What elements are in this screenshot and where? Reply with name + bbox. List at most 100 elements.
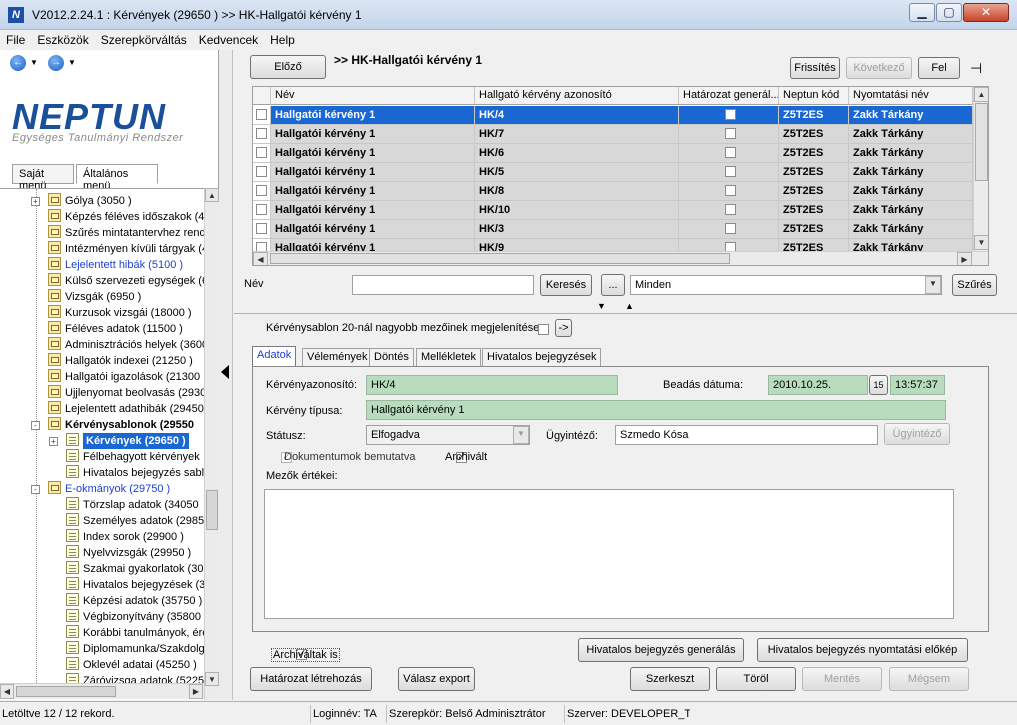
grid-header-neptun-code[interactable]: Neptun kód <box>779 87 849 105</box>
create-decision-button[interactable]: Határozat létrehozás <box>250 667 372 691</box>
splitter-down-icon[interactable]: ▼ <box>597 301 606 311</box>
back-dropdown-icon[interactable]: ▼ <box>30 58 38 67</box>
tree-item[interactable]: Intézményen kívüli tárgyak (4 <box>48 241 206 257</box>
menu-favorites[interactable]: Kedvencek <box>193 30 264 47</box>
tree-expander-icon[interactable]: - <box>31 485 40 494</box>
menu-help[interactable]: Help <box>264 30 301 47</box>
status-dropdown-icon[interactable]: ▼ <box>513 426 529 444</box>
tree-item[interactable]: Félbehagyott kérvények <box>66 449 200 465</box>
tree-item[interactable]: Szakmai gyakorlatok (30 <box>66 561 203 577</box>
row-checkbox[interactable] <box>256 223 267 234</box>
tree-item[interactable]: Végbizonyítvány (35800 <box>66 609 201 625</box>
row-checkbox[interactable] <box>256 128 267 139</box>
request-id-field[interactable]: HK/4 <box>366 375 618 395</box>
grid-scroll-right-icon[interactable]: ▶ <box>957 252 972 265</box>
decision-checkbox[interactable] <box>725 109 736 120</box>
delete-button[interactable]: Töröl <box>716 667 796 691</box>
row-checkbox[interactable] <box>256 204 267 215</box>
forward-arrow-icon[interactable]: → <box>48 55 64 71</box>
grid-header-name[interactable]: Név <box>271 87 475 105</box>
tree-expander-icon[interactable]: + <box>31 197 40 206</box>
table-row[interactable]: Hallgatói kérvény 1 HK/10 Z5T2ES Zakk Tárká… <box>253 201 973 220</box>
template-fields-checkbox[interactable] <box>538 324 549 335</box>
tree-item[interactable]: Képzési adatok (35750 ) <box>66 593 202 609</box>
forward-dropdown-icon[interactable]: ▼ <box>68 58 76 67</box>
agent-button[interactable]: Ügyintéző <box>884 423 950 445</box>
next-button[interactable]: Következő <box>846 57 912 79</box>
tree-item[interactable]: Hallgatói igazolások (21300 <box>48 369 200 385</box>
decision-checkbox[interactable] <box>725 147 736 158</box>
tree-item[interactable]: Diplomamunka/Szakdolg <box>66 641 205 657</box>
row-checkbox[interactable] <box>256 109 267 120</box>
tab-opinions[interactable]: Vélemények <box>302 348 373 367</box>
tab-decision[interactable]: Döntés <box>369 348 414 367</box>
grid-horizontal-scrollbar[interactable]: ◀ ▶ <box>253 251 988 265</box>
panel-collapse-strip[interactable] <box>219 50 233 700</box>
tree-item[interactable]: Gólya (3050 ) <box>48 193 132 209</box>
tree-item[interactable]: Adminisztrációs helyek (3600 <box>48 337 206 353</box>
grid-header-decision[interactable]: Határozat generál... <box>679 87 779 105</box>
grid-scroll-thumb[interactable] <box>975 103 988 181</box>
decision-checkbox[interactable] <box>725 204 736 215</box>
scroll-up-icon[interactable]: ▲ <box>205 188 219 202</box>
decision-checkbox[interactable] <box>725 185 736 196</box>
tree-hscroll-thumb[interactable] <box>16 686 116 697</box>
tree-item[interactable]: Kurzusok vizsgái (18000 ) <box>48 305 192 321</box>
tree-item[interactable]: Oklevél adatai (45250 ) <box>66 657 197 673</box>
menu-tools[interactable]: Eszközök <box>31 30 94 47</box>
tree-item[interactable]: Nyelvvizsgák (29950 ) <box>66 545 191 561</box>
table-row[interactable]: Hallgatói kérvény 1 HK/4 Z5T2ES Zakk Tárkán… <box>253 106 973 125</box>
edit-button[interactable]: Szerkeszt <box>630 667 710 691</box>
grid-header-request-id[interactable]: Hallgató kérvény azonosító <box>475 87 679 105</box>
tree-item[interactable]: Személyes adatok (29850 <box>66 513 206 529</box>
field-values-area[interactable] <box>264 489 954 619</box>
table-row[interactable]: Hallgatói kérvény 1 HK/7 Z5T2ES Zakk Tárkán… <box>253 125 973 144</box>
refresh-button[interactable]: Frissítés <box>790 57 840 79</box>
filter-name-input[interactable] <box>352 275 534 295</box>
template-fields-go-button[interactable]: -> <box>555 319 572 337</box>
agent-field[interactable]: Szmedo Kósa <box>615 425 878 445</box>
scope-select[interactable]: Minden ▼ <box>630 275 942 295</box>
tab-data[interactable]: Adatok <box>252 346 297 367</box>
reply-export-button[interactable]: Válasz export <box>398 667 475 691</box>
tree-item[interactable]: Hivatalos bejegyzések (3 <box>66 577 205 593</box>
tree-item[interactable]: Korábbi tanulmányok, ére <box>66 625 206 641</box>
up-button[interactable]: Fel <box>918 57 960 79</box>
tree-scroll-thumb[interactable] <box>206 490 218 530</box>
row-checkbox[interactable] <box>256 166 267 177</box>
minimize-icon[interactable]: ▁ <box>909 3 935 22</box>
tree-item[interactable]: Szűrés mintatantervhez rende <box>48 225 206 241</box>
scope-dropdown-icon[interactable]: ▼ <box>925 276 941 294</box>
pin-icon[interactable]: ⊣ <box>970 60 982 77</box>
row-checkbox[interactable] <box>256 147 267 158</box>
scroll-left-icon[interactable]: ◀ <box>0 684 14 699</box>
calendar-icon[interactable]: 15 <box>869 375 888 395</box>
tab-general-menu[interactable]: Általános menü <box>76 164 158 192</box>
menu-role-switch[interactable]: Szerepkörváltás <box>95 30 193 47</box>
submit-date-field[interactable]: 2010.10.25. <box>768 375 868 395</box>
submit-time-field[interactable]: 13:57:37 <box>890 375 945 395</box>
decision-checkbox[interactable] <box>725 242 736 251</box>
tree-item[interactable]: Hallgatók indexei (21250 ) <box>48 353 193 369</box>
save-button[interactable]: Mentés <box>802 667 882 691</box>
tree-horizontal-scrollbar[interactable]: ◀ ▶ <box>0 683 204 699</box>
cancel-button[interactable]: Mégsem <box>889 667 969 691</box>
tree-item[interactable]: Féléves adatok (11500 ) <box>48 321 183 337</box>
table-row[interactable]: Hallgatói kérvény 1 HK/6 Z5T2ES Zakk Tárkán… <box>253 144 973 163</box>
request-type-field[interactable]: Hallgatói kérvény 1 <box>366 400 946 420</box>
tab-attachments[interactable]: Mellékletek <box>416 348 482 367</box>
gen-entry-button[interactable]: Hivatalos bejegyzés generálás <box>578 638 744 662</box>
grid-scroll-down-icon[interactable]: ▼ <box>974 235 988 250</box>
table-row[interactable]: Hallgatói kérvény 1 HK/3 Z5T2ES Zakk Tárkán… <box>253 220 973 239</box>
tree-vertical-scrollbar[interactable]: ▲ ▼ <box>204 188 219 700</box>
tab-official-entries[interactable]: Hivatalos bejegyzések <box>482 348 602 367</box>
menu-file[interactable]: File <box>0 30 31 47</box>
splitter-up-icon[interactable]: ▲ <box>625 301 634 311</box>
filter-button[interactable]: Szűrés <box>952 274 997 296</box>
row-checkbox[interactable] <box>256 185 267 196</box>
collapse-left-icon[interactable] <box>221 365 229 379</box>
maximize-icon[interactable]: ▢ <box>936 3 962 22</box>
tree-expander-icon[interactable]: + <box>49 437 58 446</box>
grid-header-print-name[interactable]: Nyomtatási név <box>849 87 973 105</box>
entry-preview-button[interactable]: Hivatalos bejegyzés nyomtatási előkép <box>757 638 968 662</box>
